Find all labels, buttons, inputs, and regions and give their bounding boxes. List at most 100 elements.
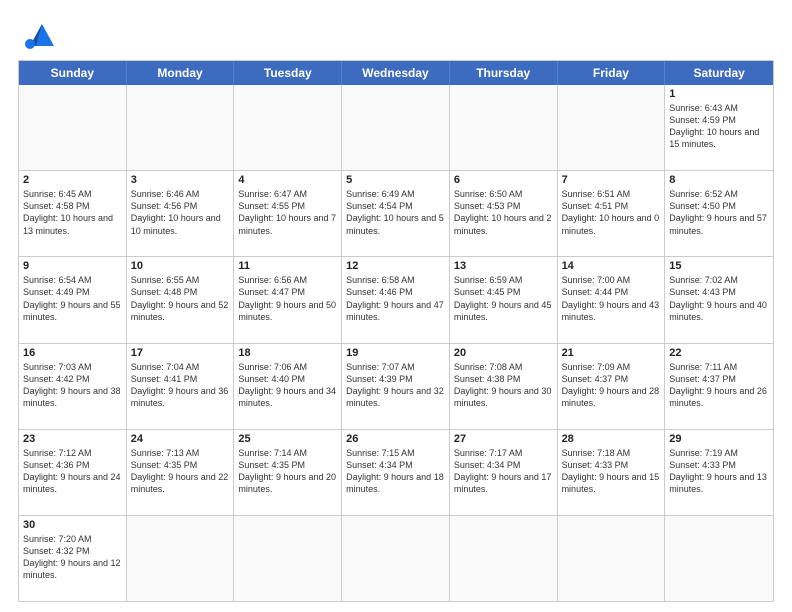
- calendar-body: 1Sunrise: 6:43 AM Sunset: 4:59 PM Daylig…: [19, 85, 773, 601]
- day-number: 28: [562, 433, 661, 445]
- calendar-cell: 19 Sunrise: 7:07 AM Sunset: 4:39 PM Dayli…: [342, 344, 450, 429]
- calendar-cell: [665, 516, 773, 601]
- day-info: Sunrise: 7:11 AM Sunset: 4:37 PM Dayligh…: [669, 361, 769, 410]
- day-info: Sunrise: 6:58 AM Sunset: 4:46 PM Dayligh…: [346, 274, 445, 323]
- day-info: Sunrise: 7:09 AM Sunset: 4:37 PM Dayligh…: [562, 361, 661, 410]
- day-info: Sunrise: 6:55 AM Sunset: 4:48 PM Dayligh…: [131, 274, 230, 323]
- day-info: Sunrise: 6:47 AM Sunset: 4:55 PM Dayligh…: [238, 188, 337, 237]
- day-number: 24: [131, 433, 230, 445]
- day-number: 3: [131, 174, 230, 186]
- calendar-cell: 3 Sunrise: 6:46 AM Sunset: 4:56 PM Daylig…: [127, 171, 235, 256]
- header-day-monday: Monday: [127, 61, 235, 85]
- day-number: 4: [238, 174, 337, 186]
- day-info: Sunrise: 7:00 AM Sunset: 4:44 PM Dayligh…: [562, 274, 661, 323]
- calendar-cell: 23 Sunrise: 7:12 AM Sunset: 4:36 PM Dayli…: [19, 430, 127, 515]
- calendar-cell: 7 Sunrise: 6:51 AM Sunset: 4:51 PM Daylig…: [558, 171, 666, 256]
- calendar-cell: 28Sunrise: 7:18 AM Sunset: 4:33 PM Dayli…: [558, 430, 666, 515]
- day-number: 22: [669, 347, 769, 359]
- day-info: Sunrise: 7:19 AM Sunset: 4:33 PM Dayligh…: [669, 447, 769, 496]
- day-number: 8: [669, 174, 769, 186]
- day-info: Sunrise: 7:06 AM Sunset: 4:40 PM Dayligh…: [238, 361, 337, 410]
- page: SundayMondayTuesdayWednesdayThursdayFrid…: [0, 0, 792, 612]
- calendar-cell: 16 Sunrise: 7:03 AM Sunset: 4:42 PM Dayli…: [19, 344, 127, 429]
- calendar-cell: 2 Sunrise: 6:45 AM Sunset: 4:58 PM Daylig…: [19, 171, 127, 256]
- calendar-cell: 11 Sunrise: 6:56 AM Sunset: 4:47 PM Dayli…: [234, 257, 342, 342]
- day-number: 7: [562, 174, 661, 186]
- calendar-row-5: 30Sunrise: 7:20 AM Sunset: 4:32 PM Dayli…: [19, 515, 773, 601]
- calendar-cell: 25 Sunrise: 7:14 AM Sunset: 4:35 PM Dayli…: [234, 430, 342, 515]
- calendar-cell: 10 Sunrise: 6:55 AM Sunset: 4:48 PM Dayli…: [127, 257, 235, 342]
- day-info: Sunrise: 7:08 AM Sunset: 4:38 PM Dayligh…: [454, 361, 553, 410]
- calendar-cell: 8 Sunrise: 6:52 AM Sunset: 4:50 PM Daylig…: [665, 171, 773, 256]
- day-number: 25: [238, 433, 337, 445]
- day-number: 21: [562, 347, 661, 359]
- day-info: Sunrise: 7:04 AM Sunset: 4:41 PM Dayligh…: [131, 361, 230, 410]
- day-info: Sunrise: 6:54 AM Sunset: 4:49 PM Dayligh…: [23, 274, 122, 323]
- calendar-cell: 21 Sunrise: 7:09 AM Sunset: 4:37 PM Dayli…: [558, 344, 666, 429]
- day-number: 15: [669, 260, 769, 272]
- calendar-cell: [450, 516, 558, 601]
- day-info: Sunrise: 7:12 AM Sunset: 4:36 PM Dayligh…: [23, 447, 122, 496]
- calendar-cell: [342, 516, 450, 601]
- calendar-cell: 18Sunrise: 7:06 AM Sunset: 4:40 PM Dayli…: [234, 344, 342, 429]
- day-info: Sunrise: 6:45 AM Sunset: 4:58 PM Dayligh…: [23, 188, 122, 237]
- calendar-cell: 1Sunrise: 6:43 AM Sunset: 4:59 PM Daylig…: [665, 85, 773, 170]
- calendar-row-0: 1Sunrise: 6:43 AM Sunset: 4:59 PM Daylig…: [19, 85, 773, 170]
- day-info: Sunrise: 6:52 AM Sunset: 4:50 PM Dayligh…: [669, 188, 769, 237]
- day-number: 19: [346, 347, 445, 359]
- calendar-cell: [450, 85, 558, 170]
- calendar-row-4: 23 Sunrise: 7:12 AM Sunset: 4:36 PM Dayli…: [19, 429, 773, 515]
- day-number: 12: [346, 260, 445, 272]
- calendar-cell: 30Sunrise: 7:20 AM Sunset: 4:32 PM Dayli…: [19, 516, 127, 601]
- logo: [18, 18, 58, 50]
- calendar-cell: [234, 85, 342, 170]
- day-info: Sunrise: 7:07 AM Sunset: 4:39 PM Dayligh…: [346, 361, 445, 410]
- day-number: 23: [23, 433, 122, 445]
- day-number: 6: [454, 174, 553, 186]
- day-info: Sunrise: 6:56 AM Sunset: 4:47 PM Dayligh…: [238, 274, 337, 323]
- day-number: 20: [454, 347, 553, 359]
- day-info: Sunrise: 6:59 AM Sunset: 4:45 PM Dayligh…: [454, 274, 553, 323]
- day-info: Sunrise: 7:17 AM Sunset: 4:34 PM Dayligh…: [454, 447, 553, 496]
- calendar-cell: 12 Sunrise: 6:58 AM Sunset: 4:46 PM Dayli…: [342, 257, 450, 342]
- calendar-cell: 14 Sunrise: 7:00 AM Sunset: 4:44 PM Dayli…: [558, 257, 666, 342]
- calendar-cell: 17 Sunrise: 7:04 AM Sunset: 4:41 PM Dayli…: [127, 344, 235, 429]
- calendar-cell: [127, 516, 235, 601]
- calendar-cell: 24Sunrise: 7:13 AM Sunset: 4:35 PM Dayli…: [127, 430, 235, 515]
- calendar-cell: 20 Sunrise: 7:08 AM Sunset: 4:38 PM Dayli…: [450, 344, 558, 429]
- day-number: 11: [238, 260, 337, 272]
- calendar-cell: [342, 85, 450, 170]
- calendar-cell: [127, 85, 235, 170]
- day-number: 17: [131, 347, 230, 359]
- header-day-saturday: Saturday: [665, 61, 773, 85]
- day-number: 10: [131, 260, 230, 272]
- day-number: 5: [346, 174, 445, 186]
- day-info: Sunrise: 6:46 AM Sunset: 4:56 PM Dayligh…: [131, 188, 230, 237]
- calendar-cell: 13Sunrise: 6:59 AM Sunset: 4:45 PM Dayli…: [450, 257, 558, 342]
- calendar-cell: 26Sunrise: 7:15 AM Sunset: 4:34 PM Dayli…: [342, 430, 450, 515]
- calendar-cell: [234, 516, 342, 601]
- calendar-header: SundayMondayTuesdayWednesdayThursdayFrid…: [19, 61, 773, 85]
- calendar-cell: [19, 85, 127, 170]
- day-number: 16: [23, 347, 122, 359]
- calendar-cell: 29Sunrise: 7:19 AM Sunset: 4:33 PM Dayli…: [665, 430, 773, 515]
- day-info: Sunrise: 6:51 AM Sunset: 4:51 PM Dayligh…: [562, 188, 661, 237]
- day-info: Sunrise: 7:20 AM Sunset: 4:32 PM Dayligh…: [23, 533, 122, 582]
- day-number: 14: [562, 260, 661, 272]
- logo-icon: [20, 18, 58, 50]
- header: [18, 18, 774, 50]
- calendar-cell: 15 Sunrise: 7:02 AM Sunset: 4:43 PM Dayli…: [665, 257, 773, 342]
- calendar-cell: 27Sunrise: 7:17 AM Sunset: 4:34 PM Dayli…: [450, 430, 558, 515]
- calendar-cell: 5Sunrise: 6:49 AM Sunset: 4:54 PM Daylig…: [342, 171, 450, 256]
- header-day-friday: Friday: [558, 61, 666, 85]
- day-info: Sunrise: 7:03 AM Sunset: 4:42 PM Dayligh…: [23, 361, 122, 410]
- day-info: Sunrise: 7:14 AM Sunset: 4:35 PM Dayligh…: [238, 447, 337, 496]
- day-info: Sunrise: 7:02 AM Sunset: 4:43 PM Dayligh…: [669, 274, 769, 323]
- calendar-row-1: 2 Sunrise: 6:45 AM Sunset: 4:58 PM Daylig…: [19, 170, 773, 256]
- day-info: Sunrise: 6:43 AM Sunset: 4:59 PM Dayligh…: [669, 102, 769, 151]
- calendar-cell: [558, 516, 666, 601]
- calendar-row-2: 9Sunrise: 6:54 AM Sunset: 4:49 PM Daylig…: [19, 256, 773, 342]
- day-number: 2: [23, 174, 122, 186]
- header-day-wednesday: Wednesday: [342, 61, 450, 85]
- calendar-cell: 9Sunrise: 6:54 AM Sunset: 4:49 PM Daylig…: [19, 257, 127, 342]
